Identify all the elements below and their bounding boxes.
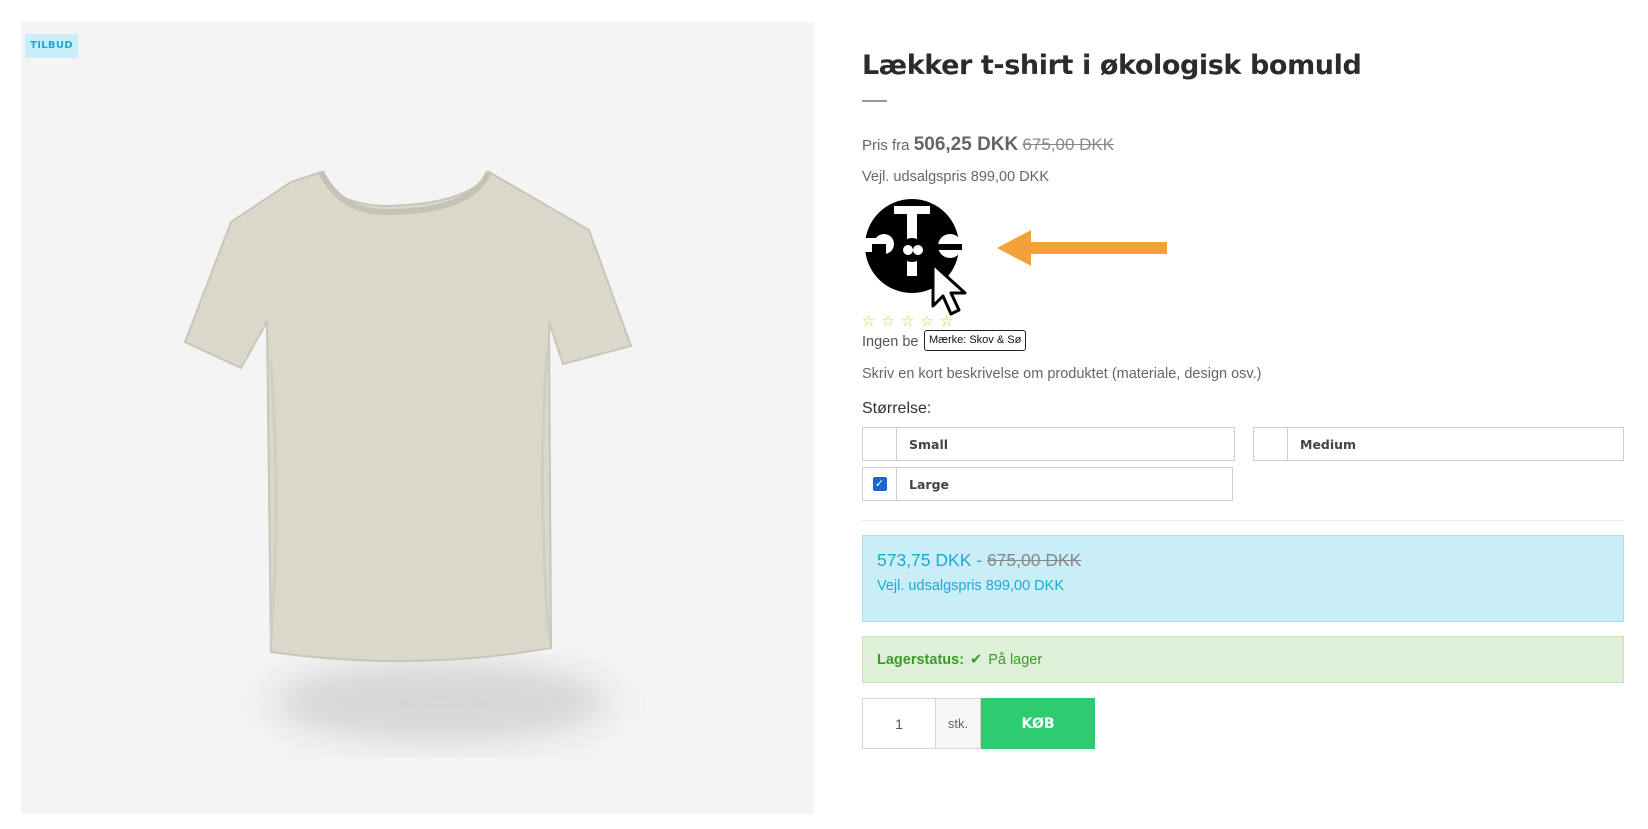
arrow-icon [997, 230, 1167, 266]
price-separator: - [971, 550, 987, 570]
price-prefix: Pris fra [862, 137, 910, 154]
tshirt-image [183, 170, 633, 742]
size-option-medium[interactable]: Medium [1253, 427, 1624, 461]
size-option-label: Large [909, 476, 949, 492]
selected-price-box: 573,75 DKK - 675,00 DKK Vejl. udsalgspri… [862, 535, 1624, 622]
section-divider [862, 520, 1624, 521]
rrp-price: Vejl. udsalgspris 899,00 DKK [862, 169, 1049, 185]
stock-status-box: Lagerstatus: ✔ På lager [862, 636, 1624, 683]
short-description: Skriv en kort beskrivelse om produktet (… [862, 366, 1262, 382]
product-image-panel[interactable]: TILBUD [21, 22, 814, 814]
stock-label: Lagerstatus: [877, 651, 965, 668]
old-price: 675,00 DKK [1022, 135, 1115, 154]
size-option-label: Small [909, 436, 949, 452]
size-checkbox[interactable] [863, 428, 897, 460]
product-title: Lækker t-shirt i økologisk bomuld [862, 50, 1362, 81]
star-icon: ☆ [881, 313, 895, 330]
title-divider [862, 100, 887, 102]
cursor-icon [931, 262, 967, 316]
selected-price-line: 573,75 DKK - 675,00 DKK [877, 550, 1609, 571]
buy-button[interactable]: KØB [981, 698, 1095, 749]
unit-label: stk. [936, 698, 981, 749]
selected-rrp: Vejl. udsalgspris 899,00 DKK [877, 578, 1064, 594]
price-line: Pris fra 506,25 DKK 675,00 DKK [862, 134, 1114, 156]
brand-tooltip: Mærke: Skov & Sø [924, 330, 1027, 351]
size-checkbox[interactable]: ✓ [863, 468, 897, 500]
selected-price: 573,75 DKK [877, 550, 972, 570]
size-option-small[interactable]: Small [862, 427, 1235, 461]
check-icon: ✔ [970, 651, 983, 668]
size-option-label: Medium [1300, 436, 1357, 452]
sale-badge: TILBUD [25, 34, 78, 58]
size-label: Størrelse: [862, 400, 932, 417]
product-info: Lækker t-shirt i økologisk bomuld Pris f… [862, 0, 1624, 829]
star-icon: ☆ [900, 313, 915, 330]
checkbox-checked-icon: ✓ [872, 477, 887, 491]
quantity-input[interactable] [862, 698, 936, 749]
current-price: 506,25 DKK [913, 134, 1019, 155]
selected-old-price: 675,00 DKK [986, 550, 1082, 570]
reviews-text[interactable]: Ingen be [862, 334, 924, 350]
star-icon: ☆ [862, 313, 876, 330]
stock-value: På lager [988, 651, 1043, 668]
size-option-large[interactable]: ✓ Large [862, 467, 1233, 501]
size-checkbox[interactable] [1254, 428, 1288, 460]
